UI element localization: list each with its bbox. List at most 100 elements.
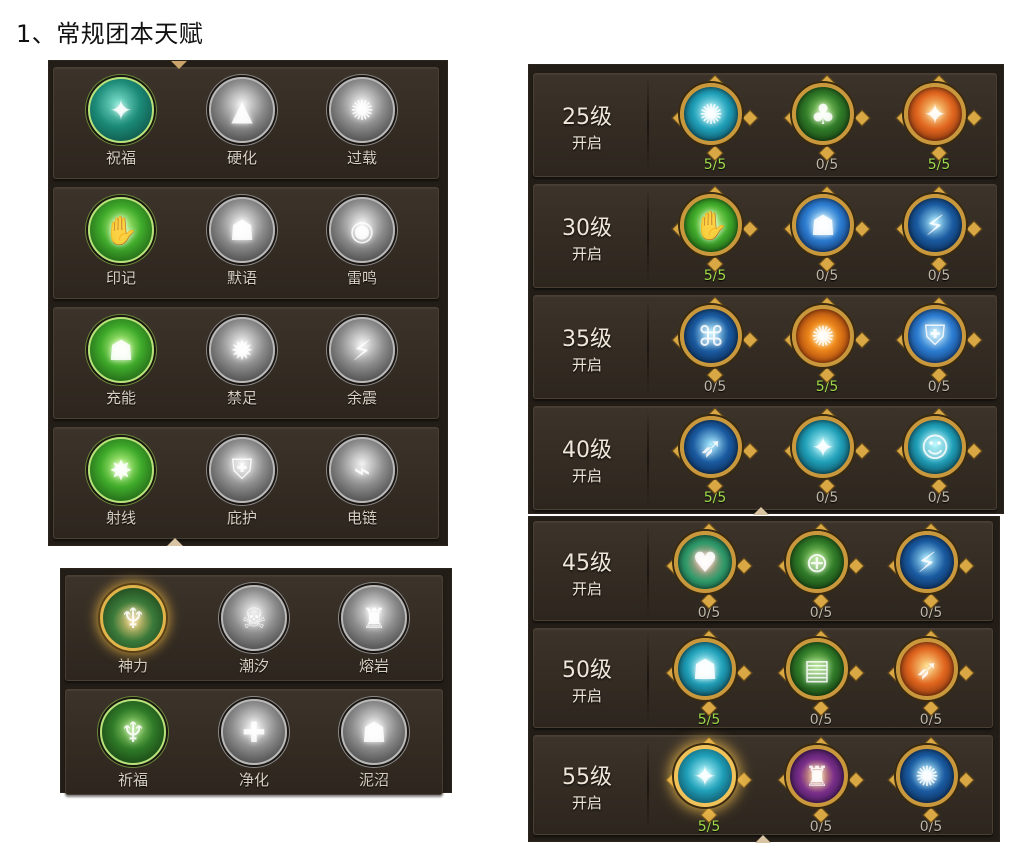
- tome-icon[interactable]: ▤: [786, 638, 848, 700]
- crosshair-icon[interactable]: ⊕: [786, 531, 848, 593]
- talent-skill[interactable]: ✋ 印记: [71, 197, 171, 288]
- ice-spear-icon[interactable]: ➶: [680, 416, 742, 478]
- talent-skill[interactable]: ♆ 神力: [83, 585, 183, 676]
- talent-skill[interactable]: ☗ 充能: [71, 317, 171, 408]
- level-talent-skill[interactable]: ☗ 0/5: [777, 185, 877, 284]
- talent-name: 余震: [346, 389, 377, 407]
- talent-name: 祈福: [117, 771, 148, 789]
- shelter-icon[interactable]: ⛨: [209, 437, 275, 503]
- level-talent-skill[interactable]: ☗ 5/5: [659, 629, 759, 728]
- level-talent-skill[interactable]: ✦ 0/5: [777, 407, 877, 506]
- blessing-icon[interactable]: ✦: [88, 77, 154, 143]
- storm-strike-icon[interactable]: ⚡: [904, 194, 966, 256]
- earth-giant-icon[interactable]: ☗: [792, 194, 854, 256]
- level-talent-skill[interactable]: ✋ 5/5: [665, 185, 765, 284]
- thunder-icon[interactable]: ◉: [329, 197, 395, 263]
- talent-name: 雷鸣: [346, 269, 377, 287]
- purify-icon[interactable]: ✚: [221, 699, 287, 765]
- talent-skill[interactable]: ⌁ 电链: [312, 437, 412, 528]
- hooded-spirit-icon[interactable]: ☗: [674, 638, 736, 700]
- lightning-hit-icon[interactable]: ⚡: [896, 531, 958, 593]
- level-talent-skill[interactable]: ⚡ 0/5: [881, 522, 981, 621]
- bind-icon[interactable]: ✹: [209, 317, 275, 383]
- gold-frame: ➶: [671, 407, 759, 495]
- gold-frame: ☺: [895, 407, 983, 495]
- tome-glyph: ▤: [803, 652, 831, 686]
- water-staff-icon[interactable]: ✦: [792, 416, 854, 478]
- talent-name: 神力: [117, 657, 148, 675]
- talent-skill[interactable]: ▲ 硬化: [192, 77, 292, 168]
- level-talent-panel-bottom: 45级 开启 ♥ 0/5 ⊕ 0/5 ⚡ 0/5 50级 开启 ☗ 5/5 ▤ 0/5 ➶ 0/5 55级 开启 ✦…: [528, 516, 1000, 843]
- aftershock-icon[interactable]: ⚡: [329, 317, 395, 383]
- overload-icon[interactable]: ✺: [329, 77, 395, 143]
- water-spirit-icon[interactable]: ☺: [904, 416, 966, 478]
- talent-name: 默语: [226, 269, 257, 287]
- mark-icon[interactable]: ✋: [88, 197, 154, 263]
- tide-icon[interactable]: ☠: [221, 585, 287, 651]
- flame-slash-icon[interactable]: ➶: [896, 638, 958, 700]
- talent-skill[interactable]: ✦ 祝福: [71, 77, 171, 168]
- talent-skill[interactable]: ☠ 潮汐: [204, 585, 304, 676]
- talent-skill[interactable]: ✸ 射线: [71, 437, 171, 528]
- talent-skill[interactable]: ✹ 禁足: [192, 317, 292, 408]
- talent-skill[interactable]: ◉ 雷鸣: [312, 197, 412, 288]
- ice-spear-glyph: ➶: [699, 430, 723, 464]
- talent-skill[interactable]: ✺ 过载: [312, 77, 412, 168]
- spirit-wolf-icon[interactable]: ✺: [680, 83, 742, 145]
- level-talent-skill[interactable]: ⌘ 0/5: [665, 296, 765, 395]
- level-talent-skill[interactable]: ☺ 0/5: [889, 407, 989, 506]
- talent-skill[interactable]: ☗ 泥沼: [324, 699, 424, 790]
- frame-ornament: [735, 771, 753, 789]
- crystal-shield-icon[interactable]: ⛨: [904, 305, 966, 367]
- fire-orb-icon[interactable]: ✦: [904, 83, 966, 145]
- talent-skill[interactable]: ✚ 净化: [204, 699, 304, 790]
- level-talent-skill[interactable]: ✺ 5/5: [665, 74, 765, 173]
- talent-name: 熔岩: [358, 657, 389, 675]
- harden-icon[interactable]: ▲: [209, 77, 275, 143]
- level-talent-skill[interactable]: ➶ 5/5: [665, 407, 765, 506]
- level-talent-skill[interactable]: ⛨ 0/5: [889, 296, 989, 395]
- healing-heart-icon[interactable]: ♥: [674, 531, 736, 593]
- storm-strike-glyph: ⚡: [925, 208, 945, 242]
- nature-hand-icon[interactable]: ✋: [680, 194, 742, 256]
- talent-skill[interactable]: ♆ 祈福: [83, 699, 183, 790]
- charge-icon[interactable]: ☗: [88, 317, 154, 383]
- level-number: 55级: [562, 765, 612, 790]
- level-unlock-text: 开启: [571, 467, 602, 485]
- level-talent-skill[interactable]: ➶ 0/5: [881, 629, 981, 728]
- treant-icon[interactable]: ♣: [792, 83, 854, 145]
- sun-burst-icon[interactable]: ✺: [792, 305, 854, 367]
- totem-staff-icon[interactable]: ✦: [674, 745, 736, 807]
- lava-icon[interactable]: ♜: [341, 585, 407, 651]
- level-talent-skill[interactable]: ✦ 5/5: [889, 74, 989, 173]
- silence-icon[interactable]: ☗: [209, 197, 275, 263]
- nature-hand-glyph: ✋: [693, 208, 729, 242]
- level-number: 25级: [562, 105, 612, 130]
- level-talent-skill[interactable]: ♥ 0/5: [659, 522, 759, 621]
- level-talent-skill[interactable]: ✦ 5/5: [659, 736, 759, 835]
- talent-skill[interactable]: ⛨ 庇护: [192, 437, 292, 528]
- talent-skill[interactable]: ♜ 熔岩: [324, 585, 424, 676]
- pray-icon[interactable]: ♆: [100, 699, 166, 765]
- level-talent-skill[interactable]: ⚡ 0/5: [889, 185, 989, 284]
- divine-power-icon[interactable]: ♆: [100, 585, 166, 651]
- ray-icon[interactable]: ✸: [88, 437, 154, 503]
- fire-totem-icon[interactable]: ♜: [786, 745, 848, 807]
- rune-icon[interactable]: ⌘: [680, 305, 742, 367]
- level-talent-skill[interactable]: ♜ 0/5: [771, 736, 871, 835]
- level-talent-skill[interactable]: ✺ 5/5: [777, 296, 877, 395]
- talent-skill[interactable]: ☗ 默语: [192, 197, 292, 288]
- water-staff-glyph: ✦: [811, 430, 835, 464]
- blessing-glyph: ✦: [109, 93, 133, 127]
- swamp-icon[interactable]: ☗: [341, 699, 407, 765]
- level-talent-skill[interactable]: ♣ 0/5: [777, 74, 877, 173]
- frame-ornament: [741, 331, 759, 349]
- level-talent-skill[interactable]: ✺ 0/5: [881, 736, 981, 835]
- level-talent-skill[interactable]: ⊕ 0/5: [771, 522, 871, 621]
- chain-lightning-icon[interactable]: ⌁: [329, 437, 395, 503]
- level-talent-skill[interactable]: ▤ 0/5: [771, 629, 871, 728]
- talent-skill[interactable]: ⚡ 余震: [312, 317, 412, 408]
- level-divider: [647, 739, 649, 831]
- thunder-burst-icon[interactable]: ✺: [896, 745, 958, 807]
- gold-frame: ✦: [665, 736, 753, 824]
